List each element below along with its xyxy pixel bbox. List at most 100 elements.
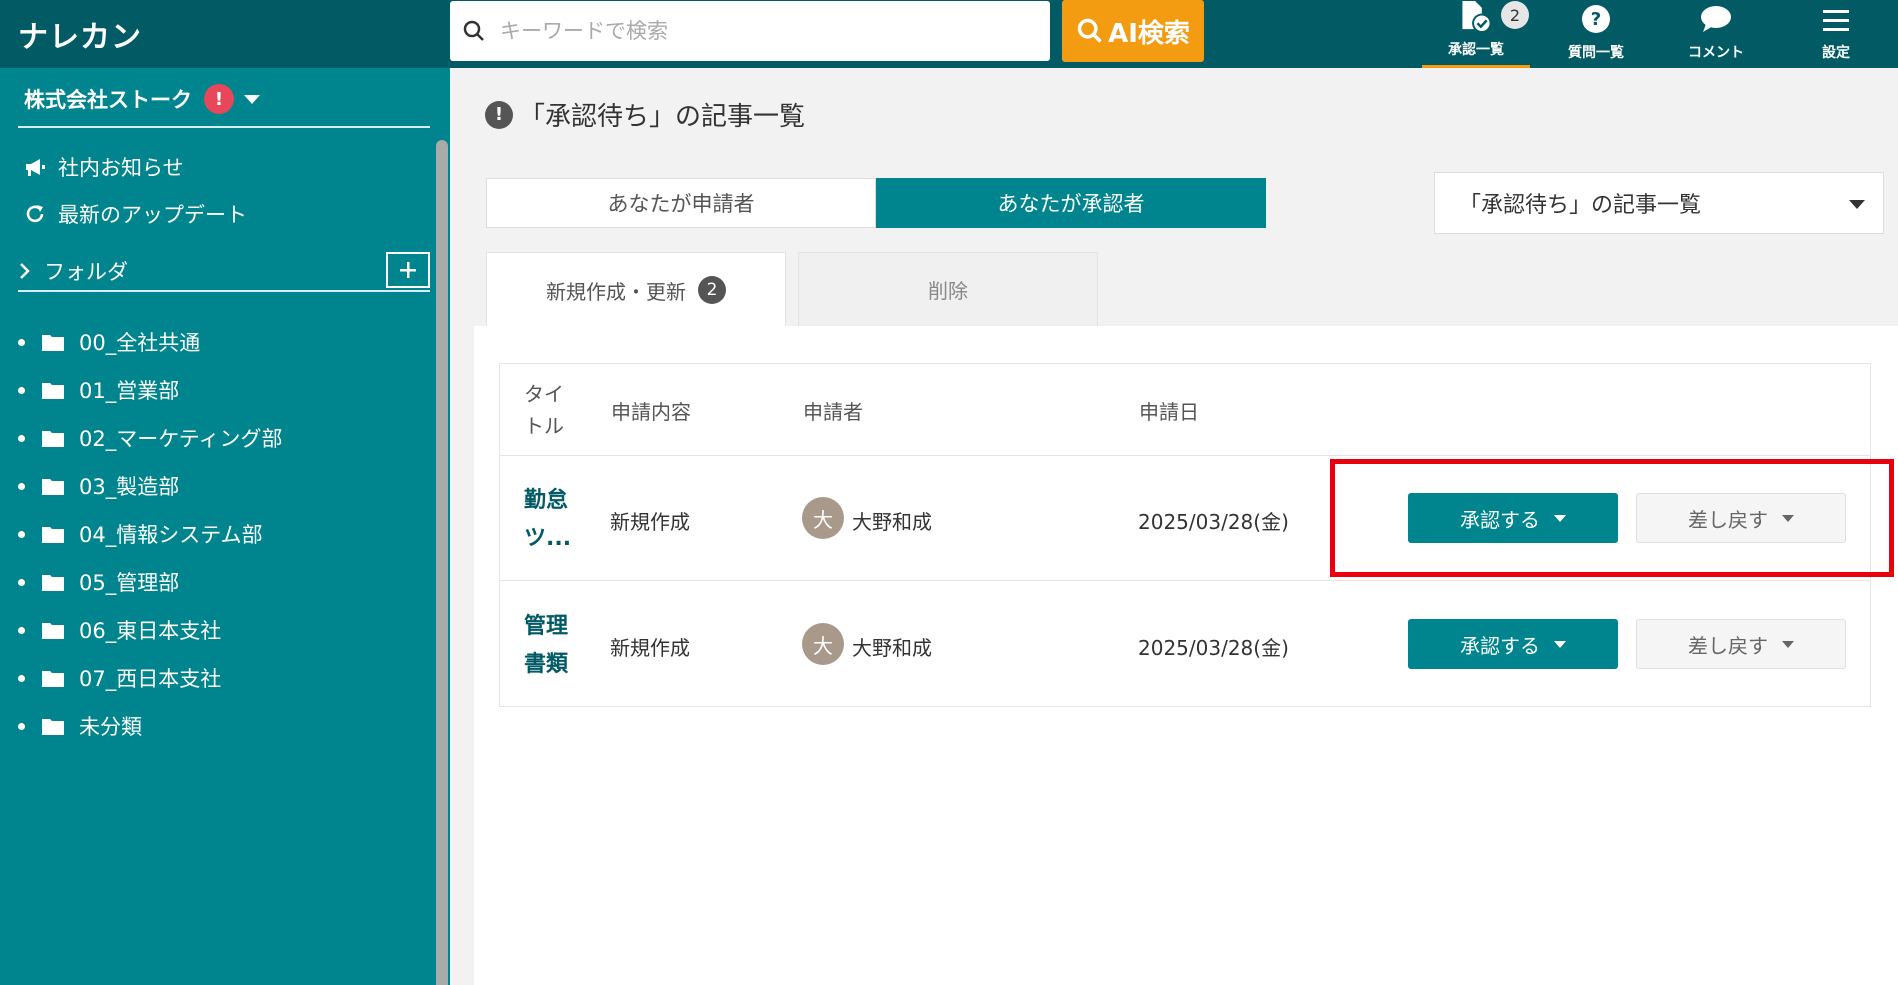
role-tab-applicant[interactable]: あなたが申請者 [486, 178, 876, 228]
tab-label: 新規作成・更新 [546, 279, 686, 304]
chevron-down-icon [244, 94, 260, 104]
folder-item[interactable]: 07_西日本支社 [18, 654, 283, 702]
company-name: 株式会社ストーク [24, 88, 192, 112]
role-toggle: あなたが申請者 あなたが承認者 [486, 178, 1266, 228]
page-title-text: 「承認待ち」の記事一覧 [519, 102, 806, 132]
avatar: 大 [802, 623, 844, 665]
folder-item[interactable]: 05_管理部 [18, 558, 283, 606]
folder-icon [42, 671, 64, 687]
tab-delete[interactable]: 削除 [798, 252, 1098, 327]
sidebar-divider [18, 290, 430, 292]
highlight-box [1330, 459, 1894, 577]
approvals-count-badge: 2 [1501, 1, 1529, 29]
page-title: ! 「承認待ち」の記事一覧 [485, 96, 805, 133]
folder-icon [42, 623, 64, 639]
bullet [18, 626, 25, 634]
sidebar: 株式会社ストーク ! 社内お知らせ 最新のアップデート フォルダ 00_全社共通… [0, 68, 450, 985]
search-input[interactable] [500, 19, 1020, 43]
header-title-line: トル [524, 414, 564, 438]
folder-item[interactable]: 01_営業部 [18, 366, 283, 414]
caret-down-icon [1554, 640, 1566, 648]
list-type-selected: 「承認待ち」の記事一覧 [1459, 193, 1702, 218]
chevron-right-icon [20, 263, 30, 279]
search-box[interactable] [450, 1, 1050, 61]
app-logo[interactable]: ナレカン [18, 12, 142, 56]
folder-icon [42, 527, 64, 543]
avatar: 大 [802, 497, 844, 539]
header-content: 申請内容 [611, 400, 691, 424]
sidebar-divider [18, 126, 430, 128]
header-title-line: タイ [524, 382, 564, 406]
article-title-line: ツ... [524, 526, 572, 551]
article-title-line: 管理 [524, 614, 569, 639]
row-divider [500, 455, 1870, 456]
folder-item[interactable]: 未分類 [18, 702, 283, 750]
folder-list: 00_全社共通 01_営業部 02_マーケティング部 03_製造部 04_情報シ… [18, 318, 283, 750]
nav-approvals[interactable]: 承認一覧 2 [1422, 0, 1530, 68]
ai-search-button[interactable]: AI検索 [1062, 0, 1204, 62]
article-title-link[interactable]: 管理 書類 [524, 608, 568, 684]
svg-text:?: ? [1591, 9, 1601, 30]
folder-label: 04_情報システム部 [79, 523, 263, 547]
approve-button[interactable]: 承認する [1408, 619, 1618, 669]
header-title: タイ トル [524, 378, 564, 442]
send-back-button[interactable]: 差し戻す [1636, 619, 1846, 669]
top-bar: ナレカン AI検索 承認一覧 2 ? 質問一覧 コメント [0, 0, 1898, 68]
folder-icon [42, 479, 64, 495]
sidebar-item-label: 最新のアップデート [58, 203, 247, 227]
bullet [18, 386, 25, 394]
nav-questions-label: 質問一覧 [1568, 45, 1624, 61]
search-icon [463, 20, 484, 41]
sidebar-item-updates[interactable]: 最新のアップデート [24, 199, 247, 229]
folder-icon [42, 335, 64, 351]
role-tab-approver[interactable]: あなたが承認者 [876, 178, 1266, 228]
folder-section-label: フォルダ [44, 260, 128, 284]
folder-label: 未分類 [79, 715, 142, 739]
list-type-select[interactable]: 「承認待ち」の記事一覧 [1434, 172, 1884, 234]
send-back-label: 差し戻す [1688, 633, 1768, 658]
add-folder-button[interactable] [386, 252, 430, 288]
nav-comments[interactable]: コメント [1664, 0, 1768, 68]
folder-label: 07_西日本支社 [79, 667, 222, 691]
folder-label: 02_マーケティング部 [79, 427, 283, 451]
nav-settings-label: 設定 [1822, 45, 1850, 61]
approve-label: 承認する [1460, 633, 1540, 658]
folder-section-toggle[interactable]: フォルダ [18, 256, 128, 286]
folder-icon [42, 719, 64, 735]
company-selector[interactable]: 株式会社ストーク ! [24, 84, 260, 114]
plus-icon [400, 262, 416, 278]
folder-item[interactable]: 02_マーケティング部 [18, 414, 283, 462]
folder-item[interactable]: 03_製造部 [18, 462, 283, 510]
folder-item[interactable]: 00_全社共通 [18, 318, 283, 366]
nav-questions[interactable]: ? 質問一覧 [1544, 0, 1648, 68]
exclamation-icon: ! [485, 100, 513, 129]
bullet [18, 578, 25, 586]
document-check-icon [1462, 0, 1492, 33]
article-title-link[interactable]: 勤怠 ツ... [524, 482, 571, 558]
bullet [18, 482, 25, 490]
ai-search-label: AI検索 [1108, 18, 1190, 49]
sidebar-item-label: 社内お知らせ [58, 156, 184, 180]
nav-approvals-label: 承認一覧 [1448, 42, 1504, 58]
sidebar-scrollbar[interactable] [436, 140, 448, 985]
tab-label: 削除 [928, 279, 968, 303]
folder-item[interactable]: 04_情報システム部 [18, 510, 283, 558]
tab-create-update[interactable]: 新規作成・更新 2 [486, 252, 786, 327]
folder-icon [42, 431, 64, 447]
search-icon [1077, 18, 1102, 43]
folder-label: 06_東日本支社 [79, 619, 222, 643]
header-date: 申請日 [1139, 400, 1199, 424]
bullet [18, 722, 25, 730]
article-title-line: 書類 [524, 652, 569, 677]
refresh-icon [26, 205, 44, 223]
folder-item[interactable]: 06_東日本支社 [18, 606, 283, 654]
nav-comments-label: コメント [1688, 45, 1744, 61]
bullet [18, 530, 25, 538]
row-divider [500, 580, 1870, 581]
sidebar-item-announcements[interactable]: 社内お知らせ [24, 152, 184, 182]
article-title-line: 勤怠 [524, 488, 569, 513]
applicant-name: 大野和成 [852, 510, 932, 534]
nav-settings[interactable]: 設定 [1786, 0, 1886, 68]
request-date: 2025/03/28(金) [1138, 510, 1289, 534]
request-content: 新規作成 [610, 510, 690, 534]
